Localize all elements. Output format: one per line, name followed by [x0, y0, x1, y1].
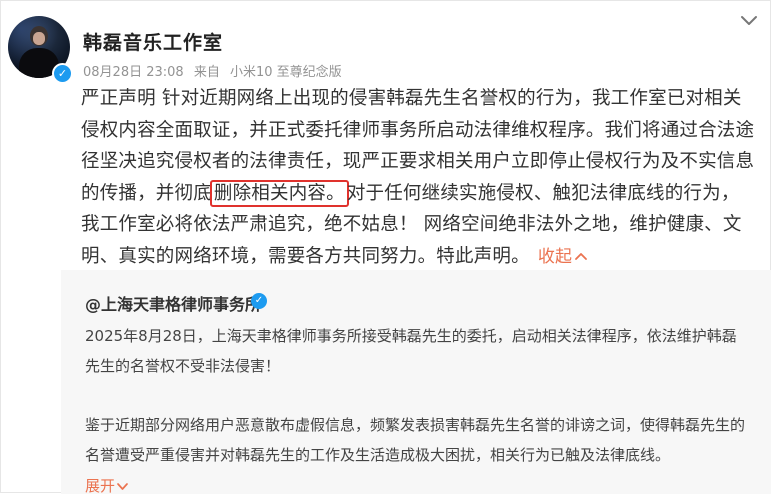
repost-paragraph: 2025年8月28日，上海天聿格律师事务所接受韩磊先生的委托，启动相关法律程序，… — [85, 327, 737, 375]
post-author-name[interactable]: 韩磊音乐工作室 — [83, 28, 223, 55]
reposted-post[interactable]: @上海天聿格律师事务所 ✓ 2025年8月28日，上海天聿格律师事务所接受韩磊先… — [61, 270, 771, 495]
repost-author-name[interactable]: @上海天聿格律师事务所 — [85, 291, 261, 315]
repost-paragraph: 鉴于近期部分网络用户恶意散布虚假信息，频繁发表损害韩磊先生名誉的诽谤之词，使得韩… — [85, 416, 746, 464]
chevron-down-icon[interactable] — [739, 13, 759, 29]
post-source-device: 小米10 至尊纪念版 — [229, 65, 342, 80]
post-body: 严正声明 针对近期网络上出现的侵害韩磊先生名誉权的行为，我工作室已对相关侵权内容… — [81, 83, 757, 273]
collapse-button[interactable]: 收起 — [538, 247, 588, 267]
expand-label: 展开 — [85, 477, 116, 495]
post-source-prefix: 来自 — [193, 65, 220, 80]
highlighted-phrase: 删除相关内容。 — [209, 179, 349, 207]
verified-badge-icon: ✓ — [251, 293, 267, 309]
post-date[interactable]: 08月28日 23:08 — [83, 65, 184, 80]
weibo-post-card: ✓ 韩磊音乐工作室 08月28日 23:08 来自 小米10 至尊纪念版 严正声… — [0, 0, 771, 495]
collapse-label: 收起 — [537, 246, 573, 267]
avatar-face — [33, 32, 45, 45]
verified-badge-icon: ✓ — [52, 63, 73, 84]
chevron-down-icon — [117, 483, 128, 490]
chevron-up-icon — [575, 252, 588, 260]
post-meta: 08月28日 23:08 来自 小米10 至尊纪念版 — [83, 61, 348, 80]
